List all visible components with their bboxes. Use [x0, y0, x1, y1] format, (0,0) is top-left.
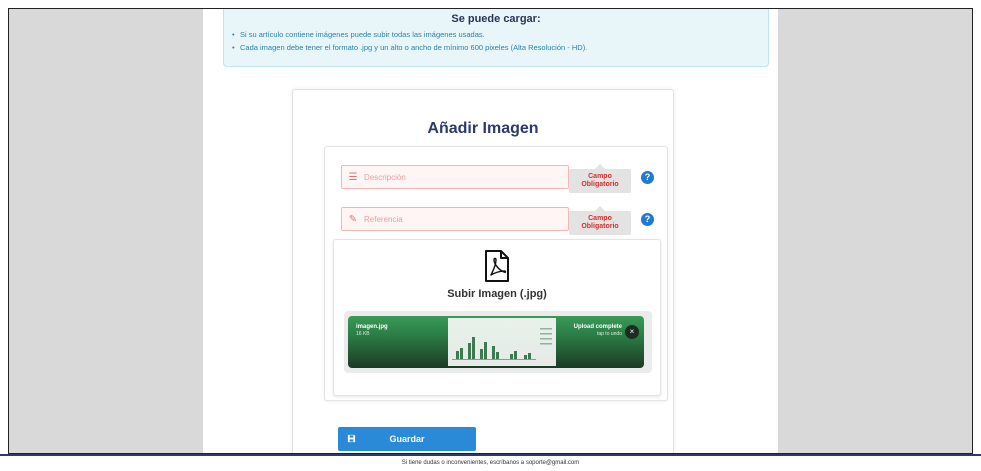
footer-text: Si tiene dudas o inconvenientes, escríba…	[401, 460, 580, 466]
form-panel: ☰ Campo Obligatorio ? ✎ Campo Obligatori…	[324, 146, 668, 401]
description-required-tooltip: Campo Obligatorio	[569, 164, 631, 193]
reference-input[interactable]	[364, 214, 568, 224]
file-size: 16 KB	[356, 331, 370, 337]
upload-label: Subir Imagen (.jpg)	[447, 288, 547, 300]
description-input[interactable]	[364, 172, 568, 182]
uploaded-file-item[interactable]: imagen.jpg 16 KB Upload complete tap to …	[348, 316, 644, 368]
list-icon: ☰	[348, 171, 358, 183]
card-title: Añadir Imagen	[427, 120, 539, 137]
description-field[interactable]: ☰	[341, 165, 569, 189]
file-name: imagen.jpg	[356, 324, 388, 330]
main-content: Se puede cargar: • Si su artículo contien…	[203, 9, 778, 453]
info-list: • Si su artículo contiene imágenes puede …	[232, 28, 768, 54]
save-icon	[338, 434, 364, 445]
edit-icon: ✎	[348, 213, 358, 225]
page-frame: Se puede cargar: • Si su artículo contien…	[8, 8, 973, 454]
footer: Si tiene dudas o inconvenientes, escríba…	[0, 454, 981, 471]
remove-file-button[interactable]: ×	[625, 325, 639, 339]
upload-dropzone[interactable]: Subir Imagen (.jpg) imagen.jpg 16 KB Upl…	[333, 239, 661, 396]
reference-required-tooltip: Campo Obligatorio	[569, 206, 631, 235]
save-label: Guardar	[389, 434, 425, 444]
undo-hint[interactable]: tap to undo	[597, 331, 622, 337]
info-item: • Cada imagen debe tener el formato .jpg …	[232, 43, 588, 52]
info-title: Se puede cargar:	[451, 13, 541, 25]
description-help-icon[interactable]: ?	[641, 171, 654, 184]
add-image-card: Añadir Imagen ☰ Campo Obligatorio ? ✎ Ca…	[292, 89, 674, 453]
thumbnail-chart	[448, 318, 556, 366]
image-thumbnail	[448, 318, 556, 366]
reference-help-icon[interactable]: ?	[641, 213, 654, 226]
pdf-file-icon	[485, 250, 509, 282]
info-box: Se puede cargar: • Si su artículo contien…	[223, 9, 769, 67]
file-item-container: imagen.jpg 16 KB Upload complete tap to …	[344, 311, 652, 373]
upload-status: Upload complete	[573, 324, 622, 330]
save-button[interactable]: Guardar	[338, 427, 476, 451]
info-item: • Si su artículo contiene imágenes puede …	[232, 30, 485, 39]
reference-field[interactable]: ✎	[341, 207, 569, 231]
